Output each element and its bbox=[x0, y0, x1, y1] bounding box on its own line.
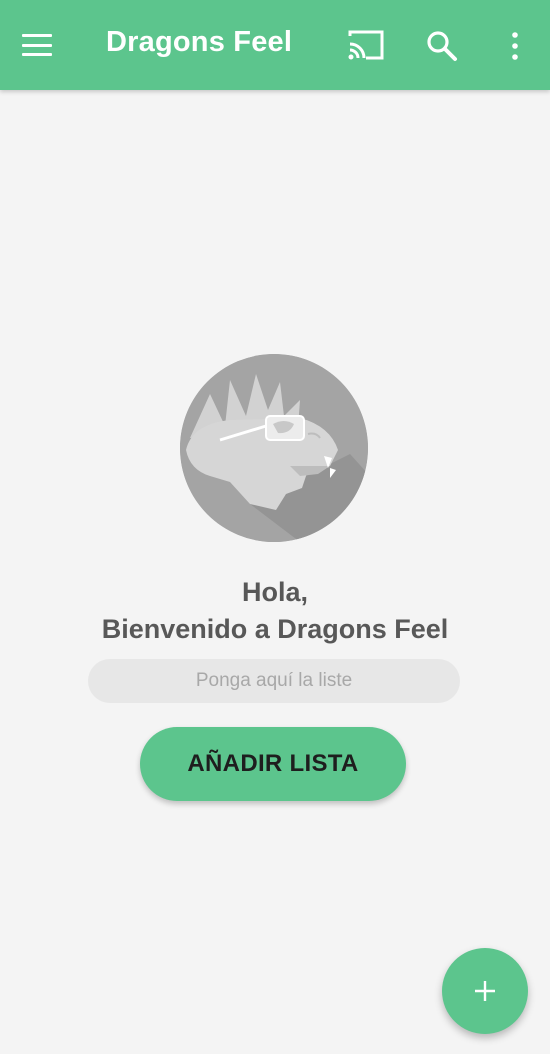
dragon-with-glasses-logo bbox=[180, 354, 368, 542]
menu-icon bbox=[22, 34, 52, 37]
add-fab-button[interactable] bbox=[442, 948, 528, 1034]
search-button[interactable] bbox=[424, 28, 460, 64]
greeting-hello: Hola, bbox=[241, 577, 308, 607]
list-name-input[interactable] bbox=[88, 659, 460, 703]
app-title: Dragons Feel bbox=[106, 26, 293, 58]
add-list-button[interactable]: AÑADIR LISTA bbox=[140, 727, 406, 801]
plus-icon bbox=[475, 981, 495, 1001]
cast-icon bbox=[348, 30, 384, 60]
more-vert-icon bbox=[512, 32, 518, 60]
cast-button[interactable] bbox=[346, 27, 386, 63]
dragon-avatar bbox=[180, 354, 368, 542]
greeting-welcome: Bienvenido a Dragons Feel bbox=[101, 614, 449, 644]
menu-button[interactable] bbox=[18, 28, 56, 62]
more-options-button[interactable] bbox=[503, 28, 527, 64]
app-bar: Dragons Feel bbox=[0, 0, 550, 90]
search-icon bbox=[427, 31, 457, 61]
